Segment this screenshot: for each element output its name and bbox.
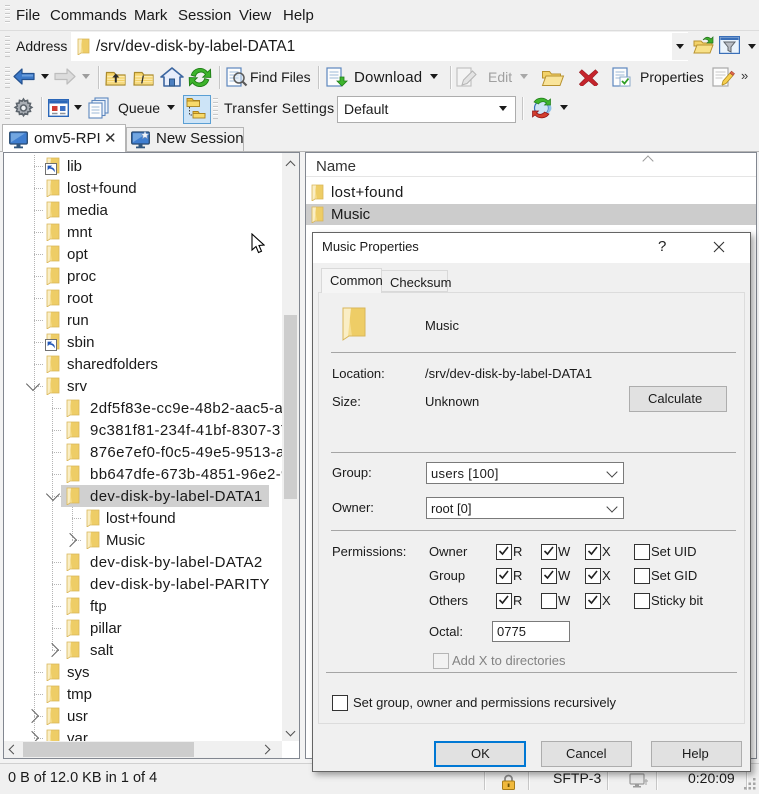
svg-text:/: / [141, 75, 144, 87]
